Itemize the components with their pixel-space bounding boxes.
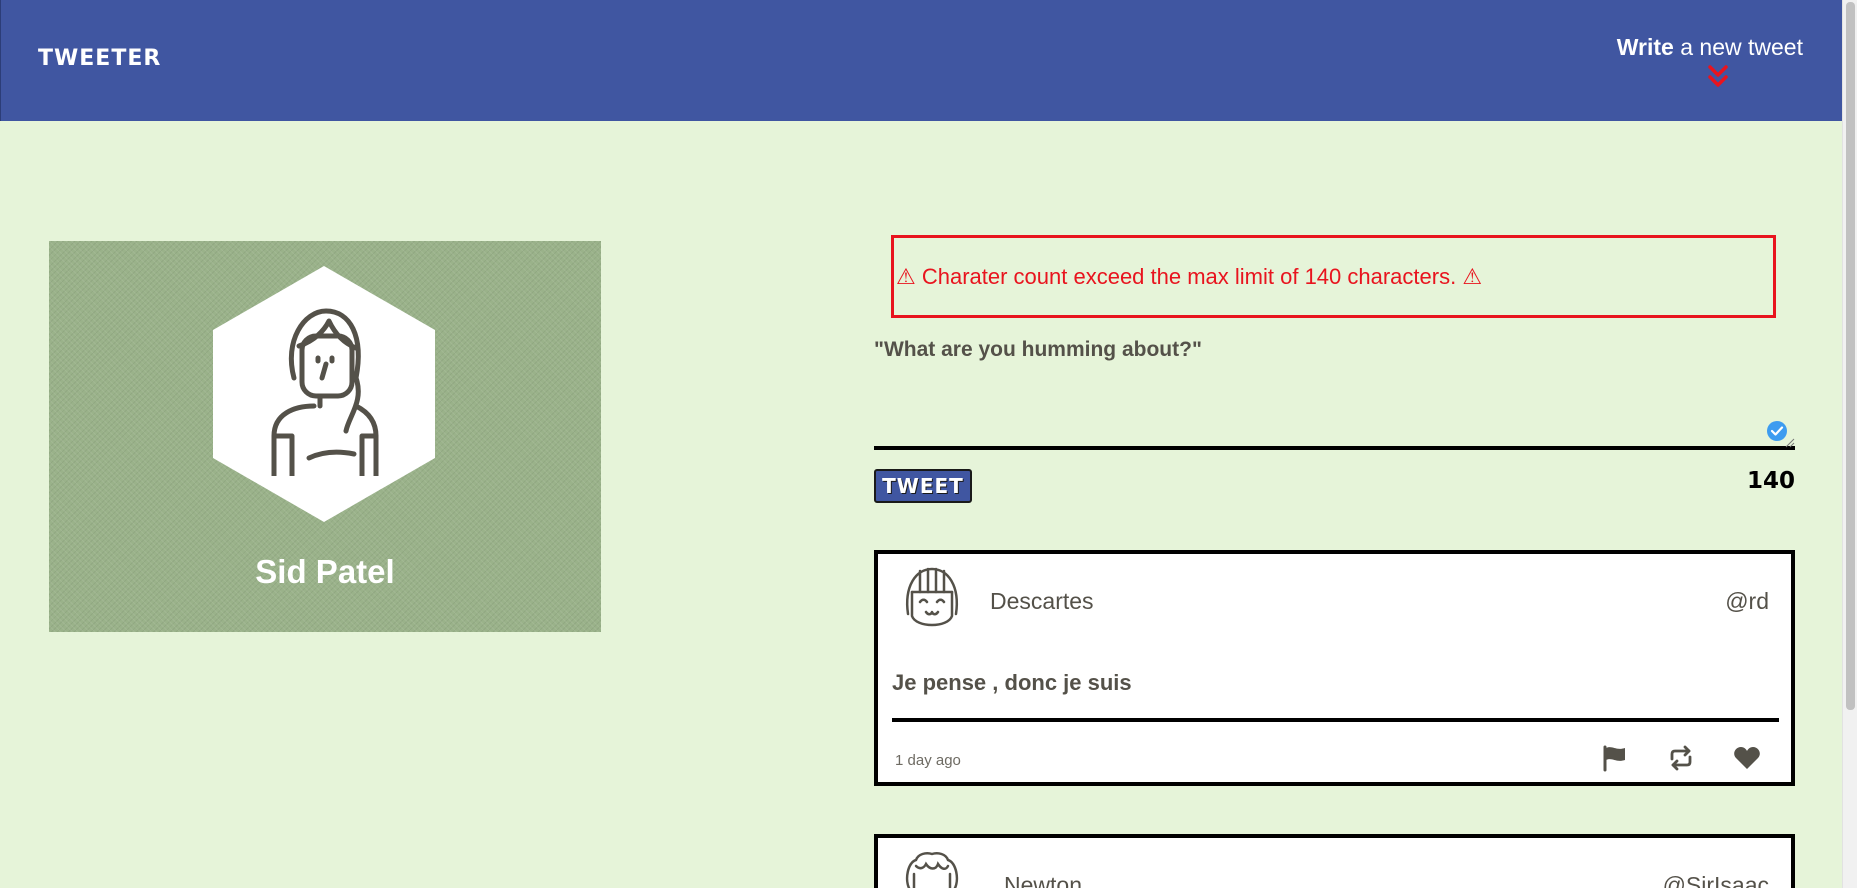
page-scrollbar[interactable]: [1842, 0, 1857, 888]
brand-logo[interactable]: TWEETER: [38, 46, 161, 71]
resize-handle-icon[interactable]: [1785, 438, 1795, 448]
tweet-card: Descartes @rd Je pense , donc je suis 1 …: [874, 550, 1795, 786]
top-navigation-bar: TWEETER Write a new tweet: [0, 0, 1842, 121]
tweet-submit-button[interactable]: TWEET: [874, 469, 972, 503]
tweet-author-name: Newton: [1004, 872, 1082, 888]
character-limit-error: ⚠ Charater count exceed the max limit of…: [891, 235, 1776, 318]
tweet-timestamp: 1 day ago: [895, 752, 961, 769]
tweet-author-name: Descartes: [990, 588, 1094, 614]
tweet-author-handle: @rd: [1725, 588, 1769, 614]
profile-card: Sid Patel: [49, 241, 601, 632]
tweet-divider: [892, 718, 1779, 722]
tweet-avatar-icon: [905, 852, 959, 888]
scrollbar-thumb[interactable]: [1846, 2, 1855, 710]
double-chevron-down-icon[interactable]: [1707, 64, 1729, 88]
flag-icon[interactable]: [1600, 744, 1628, 772]
tweet-text-input[interactable]: [874, 370, 1795, 450]
user-avatar-icon: [271, 308, 379, 476]
character-counter: 140: [1746, 468, 1795, 494]
tweet-avatar-icon: [905, 567, 959, 627]
new-tweet-label: a new tweet: [1673, 34, 1803, 60]
write-label: Write: [1616, 34, 1674, 60]
profile-name: Sid Patel: [255, 553, 395, 590]
compose-prompt: "What are you humming about?": [874, 338, 1202, 361]
tweet-card: Newton @SirIsaac: [874, 834, 1795, 888]
check-circle-icon: [1767, 421, 1787, 441]
tweet-text: Je pense , donc je suis: [892, 670, 1132, 695]
write-new-tweet-toggle[interactable]: Write a new tweet: [1617, 34, 1803, 61]
tweet-author-handle: @SirIsaac: [1662, 872, 1769, 888]
heart-icon[interactable]: [1733, 744, 1761, 772]
retweet-icon[interactable]: [1667, 744, 1695, 772]
